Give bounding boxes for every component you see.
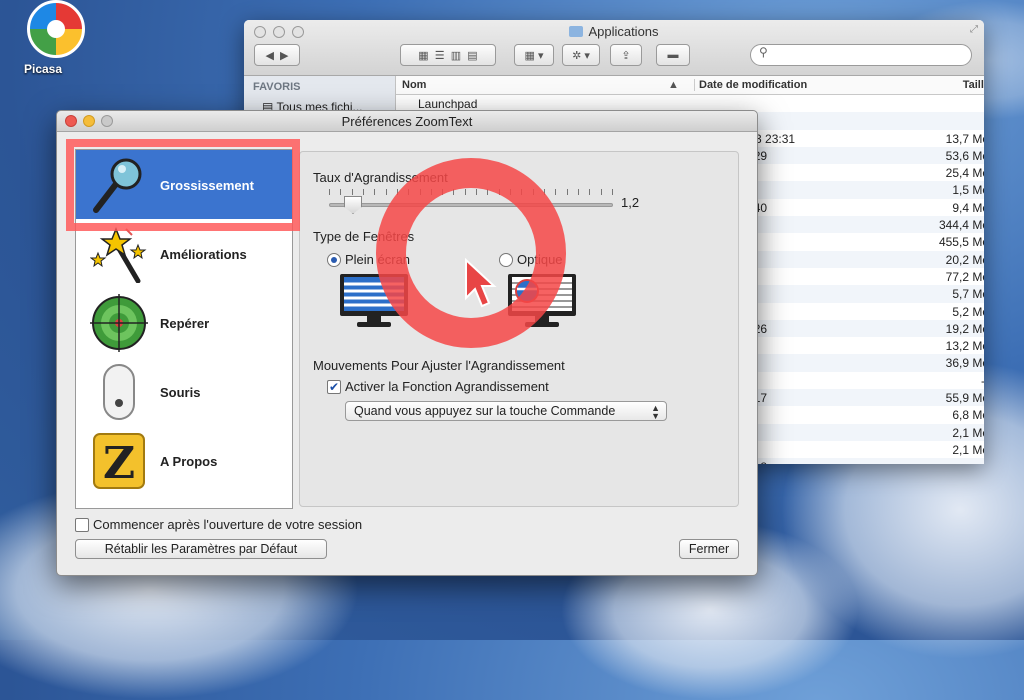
chevron-updown-icon: ▲ ▼: [651, 403, 660, 421]
magnifier-icon: [93, 158, 142, 213]
finder-toolbar: Applications ⤢ ◀ ▶ ▦ ☰ ▥ ▤ ▦ ▾ ✲ ▾ ⇪ ▬ ⚲: [244, 20, 984, 76]
finder-title: Applications: [244, 24, 984, 39]
folder-icon: [569, 26, 584, 37]
action-gear-button[interactable]: ✲ ▾: [562, 44, 600, 66]
zoomtext-logo-icon: Z: [93, 433, 145, 489]
cell-size: 25,4 Mo: [945, 166, 984, 181]
share-button[interactable]: ⇪: [610, 44, 642, 66]
mouse-icon: [103, 364, 135, 420]
cell-size: 344,4 Mo: [938, 218, 984, 233]
cell-size: 1,5 Mo: [952, 183, 984, 198]
arrange-button[interactable]: ▦ ▾: [514, 44, 554, 66]
zoom-level-value: 1,2: [621, 195, 640, 210]
fullscreen-radio-label: Plein écran: [345, 252, 411, 267]
sidebar-item-souris[interactable]: Souris: [76, 357, 292, 426]
cell-size: 2,1 Mo: [952, 442, 984, 457]
cell-size: --: [896, 374, 984, 388]
cell-size: 5,7 Mo: [952, 287, 984, 302]
sidebar-item-label: Repérer: [160, 316, 210, 331]
fullscreen-monitor-icon: [340, 274, 408, 327]
magic-wand-icon: [90, 226, 147, 283]
prefs-title: Préférences ZoomText: [341, 114, 473, 129]
column-date[interactable]: Date de modification: [694, 79, 807, 91]
fullscreen-radio[interactable]: [327, 253, 341, 267]
target-icon: [90, 294, 148, 352]
zoom-slider-ticks: [329, 189, 613, 197]
cell-size: 2,1 Mo: [952, 425, 984, 440]
sidebar-item-a-propos[interactable]: Z A Propos: [76, 426, 292, 495]
checkmark-icon: ✔: [328, 380, 340, 394]
cell-size: 36,9 Mo: [945, 356, 984, 371]
sidebar-item-label: Améliorations: [160, 247, 247, 262]
picasa-label: Picasa: [24, 62, 63, 76]
svg-text:Z: Z: [103, 438, 135, 489]
close-button[interactable]: Fermer: [679, 539, 739, 559]
zoomtext-preferences-window: Préférences ZoomText Grossissement Améli…: [56, 110, 758, 576]
optic-radio[interactable]: [499, 253, 513, 267]
column-size[interactable]: Taille: [906, 79, 984, 91]
column-headers: Nom ▲ Date de modification Taille Type: [396, 76, 984, 95]
prefs-category-list: Grossissement Améliorations Repérer Sour…: [75, 149, 293, 509]
tags-button[interactable]: ▬: [656, 44, 690, 66]
sidebar-item-label: Grossissement: [160, 178, 254, 193]
picasa-desktop-icon[interactable]: Picasa: [24, 0, 88, 76]
cell-size: 53,6 Mo: [945, 148, 984, 163]
sidebar-item-grossissement[interactable]: Grossissement: [76, 150, 292, 219]
cell-size: 13,2 Mo: [945, 339, 984, 354]
prefs-titlebar: Préférences ZoomText: [57, 111, 757, 132]
zoom-level-label: Taux d'Agrandissement: [313, 170, 448, 185]
sidebar-item-label: A Propos: [160, 454, 218, 469]
view-mode-buttons[interactable]: ▦ ☰ ▥ ▤: [400, 44, 496, 66]
cell-size: 455,5 Mo: [938, 235, 984, 250]
search-icon: ⚲: [759, 45, 768, 59]
movements-label: Mouvements Pour Ajuster l'Agrandissement: [313, 358, 565, 373]
sidebar-item-reperer[interactable]: Repérer: [76, 288, 292, 357]
reset-defaults-button[interactable]: Rétablir les Paramètres par Défaut: [75, 539, 327, 559]
trigger-key-popup[interactable]: Quand vous appuyez sur la touche Command…: [345, 401, 667, 421]
sort-arrow-icon: ▲: [668, 79, 679, 91]
cell-name: Launchpad: [418, 97, 478, 111]
cell-size: 19,2 Mo: [945, 321, 984, 336]
sidebar-item-ameliorations[interactable]: Améliorations: [76, 219, 292, 288]
favorites-header: FAVORIS: [253, 81, 301, 93]
back-forward-buttons[interactable]: ◀ ▶: [254, 44, 300, 66]
activate-magnification-checkbox[interactable]: ✔: [327, 380, 341, 394]
zoom-level-slider[interactable]: [329, 203, 613, 207]
cell-size: 6,8 Mo: [952, 408, 984, 423]
search-input[interactable]: ⚲: [750, 44, 972, 66]
cell-size: 13,7 Mo: [945, 131, 984, 146]
sidebar-item-label: Souris: [160, 385, 201, 400]
cell-size: 5,2 Mo: [952, 304, 984, 319]
column-name[interactable]: Nom: [402, 79, 426, 91]
cell-size: 20,2 Mo: [945, 252, 984, 267]
start-after-login-label: Commencer après l'ouverture de votre ses…: [93, 517, 363, 532]
picasa-icon: [27, 0, 85, 58]
activate-magnification-label: Activer la Fonction Agrandissement: [345, 379, 549, 394]
fullscreen-icon[interactable]: ⤢: [970, 24, 978, 35]
window-type-label: Type de Fenêtres: [313, 229, 415, 244]
optic-monitor-icon: [508, 274, 576, 327]
trigger-key-selected: Quand vous appuyez sur la touche Command…: [354, 404, 616, 418]
cell-size: --: [896, 460, 984, 464]
optic-radio-label: Optique: [517, 252, 563, 267]
cell-size: 9,4 Mo: [952, 200, 984, 215]
start-after-login-checkbox[interactable]: [75, 518, 89, 532]
cell-size: 55,9 Mo: [945, 391, 984, 406]
cell-size: 77,2 Mo: [945, 269, 984, 284]
